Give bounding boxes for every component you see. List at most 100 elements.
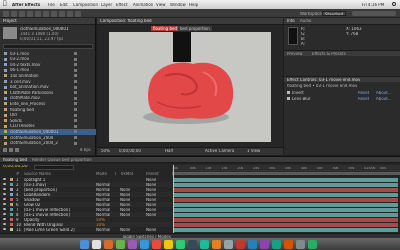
dock-app-icon[interactable] bbox=[176, 240, 185, 249]
menu-effect[interactable]: Effect bbox=[116, 3, 128, 7]
label-color-swatch[interactable] bbox=[74, 91, 77, 95]
dock-app-icon[interactable] bbox=[296, 240, 305, 249]
label-color-swatch[interactable] bbox=[74, 136, 77, 139]
tab-info[interactable]: Info bbox=[287, 19, 295, 23]
layer-label-color[interactable] bbox=[10, 203, 13, 206]
dock-app-icon[interactable] bbox=[248, 240, 257, 249]
dock-app-icon[interactable] bbox=[272, 240, 281, 249]
label-color-swatch[interactable] bbox=[74, 52, 77, 55]
label-color-swatch[interactable] bbox=[74, 96, 77, 100]
layer-duration-bar[interactable] bbox=[174, 177, 398, 182]
comp-subtab-bed-proportion[interactable]: bed proportion bbox=[178, 26, 212, 31]
dock-app-icon[interactable] bbox=[308, 240, 317, 249]
label-color-swatch[interactable] bbox=[74, 80, 77, 83]
tab-timeline-floating-bed[interactable]: floating bed bbox=[3, 158, 27, 162]
work-area-bar[interactable] bbox=[172, 172, 400, 175]
views-dropdown[interactable]: 1 View bbox=[247, 149, 260, 153]
visibility-eye-icon[interactable] bbox=[3, 218, 6, 220]
menu-view[interactable]: View bbox=[156, 3, 166, 7]
project-file-item[interactable]: clothPlate.mov bbox=[0, 96, 96, 101]
label-color-swatch[interactable] bbox=[74, 57, 77, 61]
label-color-swatch[interactable] bbox=[74, 113, 77, 117]
tab-audio[interactable]: Audio bbox=[300, 19, 311, 23]
menu-help[interactable]: Help bbox=[189, 3, 198, 7]
dock-app-icon[interactable] bbox=[128, 240, 137, 249]
layer-label-color[interactable] bbox=[10, 213, 13, 216]
trash-icon[interactable] bbox=[15, 148, 19, 152]
timeline-search-input[interactable] bbox=[34, 165, 74, 170]
label-color-swatch[interactable] bbox=[74, 119, 77, 123]
tab-composition[interactable]: Composition: floating bed bbox=[100, 19, 152, 23]
dock-app-icon[interactable] bbox=[284, 240, 293, 249]
dock-app-icon[interactable] bbox=[224, 240, 233, 249]
dock-app-icon[interactable] bbox=[152, 240, 161, 249]
project-file-item[interactable]: 06-1.mov bbox=[0, 68, 96, 73]
project-file-item[interactable]: 04-2 texts.mov bbox=[0, 62, 96, 67]
layer-label-color[interactable] bbox=[10, 193, 13, 196]
project-file-item[interactable]: floating bed bbox=[0, 107, 96, 112]
menu-layer[interactable]: Layer bbox=[101, 3, 112, 7]
project-file-item[interactable]: Old bbox=[0, 113, 96, 118]
dock-app-icon[interactable] bbox=[260, 240, 269, 249]
hand-tool-icon[interactable] bbox=[11, 10, 17, 17]
dock-app-icon[interactable] bbox=[92, 240, 101, 249]
dock-app-icon[interactable] bbox=[164, 240, 173, 249]
effect-reset-button[interactable]: Reset bbox=[358, 91, 369, 95]
effect-reset-button[interactable]: Reset bbox=[358, 97, 369, 101]
search-help-field[interactable] bbox=[352, 11, 396, 16]
workspace-dropdown[interactable]: Standard bbox=[322, 11, 347, 16]
project-file-item[interactable]: Elite_line_Process bbox=[0, 101, 96, 106]
dock-app-icon[interactable] bbox=[188, 240, 197, 249]
layer-duration-bar[interactable] bbox=[174, 192, 398, 197]
rotate-tool-icon[interactable] bbox=[27, 10, 33, 17]
project-file-item[interactable]: bat_animation.mov bbox=[0, 85, 96, 90]
tab-effects-presets[interactable]: Effects & Presets bbox=[312, 52, 346, 56]
project-file-item[interactable]: CLOTHnotes bbox=[0, 124, 96, 129]
comp-canvas[interactable] bbox=[109, 32, 271, 142]
label-color-swatch[interactable] bbox=[74, 102, 77, 106]
layer-duration-bar[interactable] bbox=[174, 187, 398, 192]
new-folder-icon[interactable] bbox=[3, 148, 7, 152]
dock-app-icon[interactable] bbox=[116, 240, 125, 249]
selection-tool-icon[interactable] bbox=[3, 10, 9, 17]
layer-duration-bar[interactable] bbox=[174, 222, 398, 227]
layer-duration-bar[interactable] bbox=[174, 207, 398, 212]
value-50-percent[interactable]: 50% bbox=[96, 218, 105, 222]
visibility-eye-icon[interactable] bbox=[3, 228, 6, 230]
visibility-eye-icon[interactable] bbox=[3, 178, 6, 180]
menu-animation[interactable]: Animation bbox=[133, 3, 153, 7]
tab-effect-controls[interactable]: Effect Controls: 03-1 movie end.mov bbox=[287, 78, 360, 82]
effect-row-lens-blur[interactable]: Lens Blur Reset About... bbox=[284, 96, 400, 101]
apple-icon[interactable]:  bbox=[3, 1, 9, 8]
visibility-eye-icon[interactable] bbox=[3, 203, 6, 205]
timeline-timecode[interactable]: 0;00;00;00 bbox=[3, 165, 28, 170]
visibility-eye-icon[interactable] bbox=[3, 208, 6, 210]
project-file-item[interactable]: 03-2.mov bbox=[0, 57, 96, 62]
layer-source-name[interactable]: [Pale Lime Green Solid 2] bbox=[24, 228, 94, 232]
project-file-item[interactable]: clothSimulation_2000 bbox=[0, 135, 96, 140]
label-color-swatch[interactable] bbox=[74, 124, 77, 128]
zoom-dropdown[interactable]: 50% bbox=[101, 149, 110, 153]
visibility-eye-icon[interactable] bbox=[3, 183, 6, 185]
project-file-item[interactable]: clothSimulation_2000_2 bbox=[0, 141, 96, 146]
project-search-input[interactable] bbox=[3, 44, 93, 49]
label-color-swatch[interactable] bbox=[74, 130, 77, 134]
layer-label-color[interactable] bbox=[10, 228, 13, 231]
layer-label-color[interactable] bbox=[10, 183, 13, 186]
pen-tool-icon[interactable] bbox=[59, 10, 65, 17]
label-color-swatch[interactable] bbox=[74, 63, 77, 67]
effect-about-button[interactable]: About... bbox=[376, 97, 392, 101]
mask-tool-icon[interactable] bbox=[51, 10, 57, 17]
project-file-item[interactable]: ClothPlate Parkinsons bbox=[0, 90, 96, 95]
menubar-clock[interactable]: Fri 4:16 PM bbox=[362, 3, 384, 7]
visibility-eye-icon[interactable] bbox=[3, 198, 6, 200]
timeline-layer-row[interactable]: 11 [Pale Lime Green Solid 2] Normal None Non… bbox=[0, 227, 172, 232]
type-tool-icon[interactable] bbox=[67, 10, 73, 17]
layer-label-color[interactable] bbox=[10, 218, 13, 221]
tab-render-queue[interactable]: Render Queue bbox=[32, 158, 61, 162]
project-file-item[interactable]: 1lol animation bbox=[0, 73, 96, 78]
layer-label-color[interactable] bbox=[10, 188, 13, 191]
visibility-eye-icon[interactable] bbox=[3, 223, 6, 225]
project-file-item[interactable]: 03-1.mov bbox=[0, 51, 96, 56]
layer-trkmat-dropdown[interactable]: None bbox=[120, 228, 130, 232]
